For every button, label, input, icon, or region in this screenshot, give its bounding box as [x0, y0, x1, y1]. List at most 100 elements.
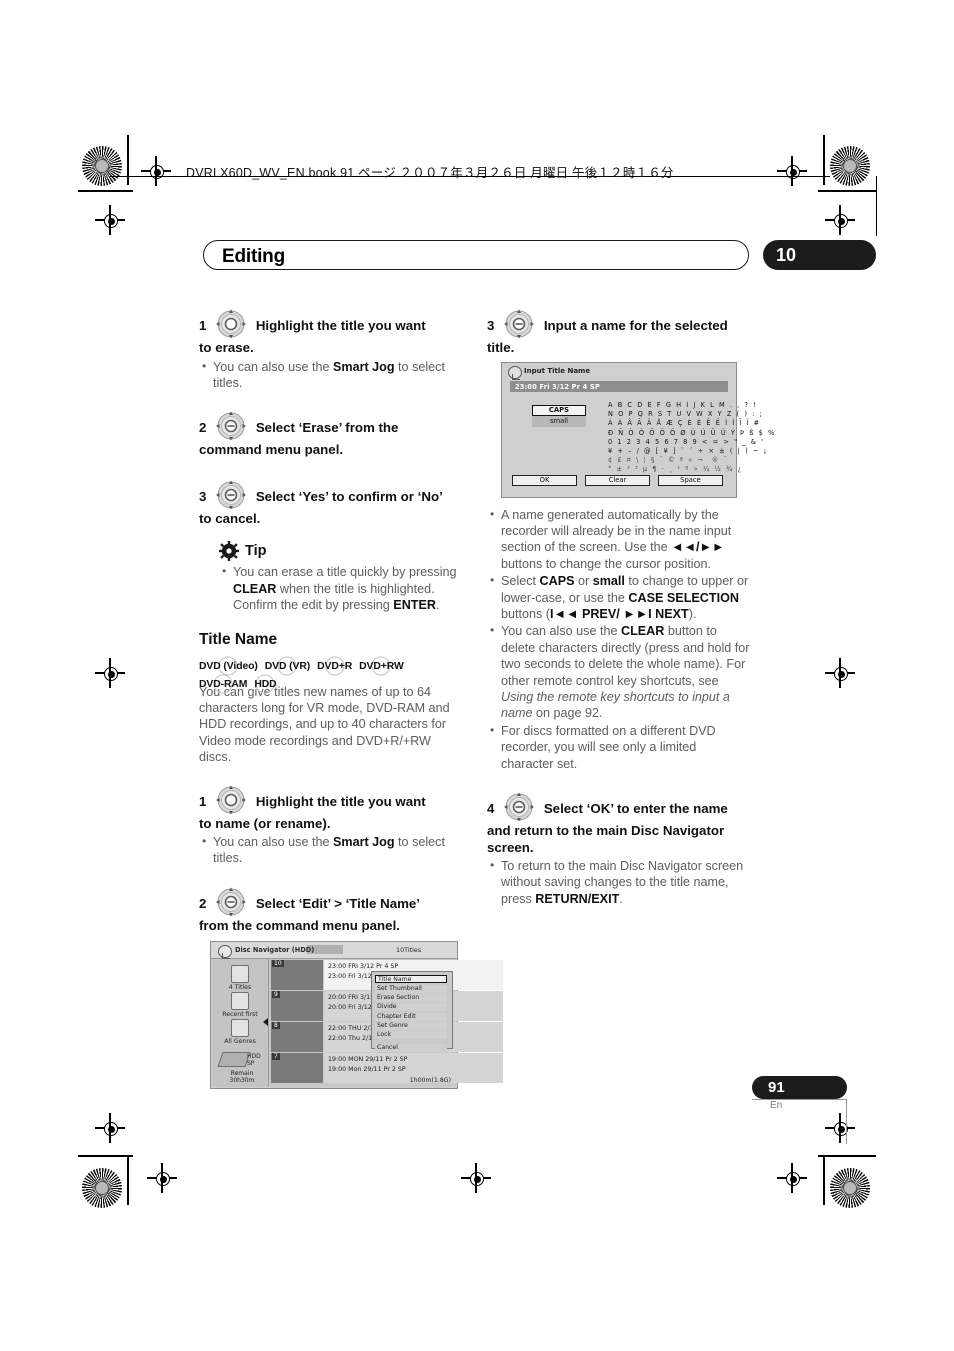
registration-cross-left-lower: [95, 1113, 125, 1143]
name-input-field[interactable]: 23:00 Fri 3/12 Pr 4 SP: [510, 381, 728, 392]
menu-item-title-name[interactable]: Title Name: [375, 975, 447, 983]
bullet-text-1: Select: [501, 574, 540, 589]
thumbnail: 10: [271, 960, 323, 990]
step-input-4: 4 Select ‘OK’ to enter the name and retu…: [487, 792, 752, 856]
sidebar-item-sort[interactable]: Recent first: [212, 992, 268, 1018]
char-row[interactable]: À Á Â Ã Ä Å Æ Ç È É Ê Ë Ì Í Î Ï #: [608, 419, 759, 428]
crop-line-top-right-v: [823, 135, 825, 185]
list-item: A name generated automatically by the re…: [487, 506, 752, 573]
jog-dial-enter-icon: [500, 792, 538, 823]
char-row[interactable]: A B C D E F G H I J K L M . , ? !: [608, 401, 756, 410]
ok-button[interactable]: OK: [512, 475, 577, 486]
bullet-bold-return-exit: RETURN/EXIT: [535, 891, 620, 906]
row-number: 9: [272, 991, 280, 998]
registration-cross-left-mid: [95, 658, 125, 688]
step-number: 1: [199, 793, 207, 809]
input-title-name-screenshot: Input Title Name 23:00 Fri 3/12 Pr 4 SP …: [501, 362, 774, 498]
menu-item-set-thumbnail[interactable]: Set Thumbnail: [375, 985, 447, 993]
table-row[interactable]: 7 19:00 MON 29/11 Pr 2 SP 19:00 Mon 29/1…: [271, 1053, 503, 1083]
page-language: En: [770, 1100, 783, 1111]
media-label: HDD SP: [247, 1053, 261, 1067]
space-button[interactable]: Space: [658, 475, 723, 486]
bullet-bold-clear: CLEAR: [620, 624, 665, 639]
char-row[interactable]: ¥ + – / @ [ ¥ ] ` ´ ÷ × ± ( | ) ~ ¡: [608, 447, 766, 456]
right-column-bullets: A name generated automatically by the re…: [487, 506, 752, 773]
menu-item-cancel[interactable]: Cancel: [375, 1044, 447, 1052]
char-row[interactable]: Ð Ñ Ò Ó Ô Õ Ö Ø Ù Ú Û Ü Ý Þ ß $ %: [608, 429, 774, 438]
bullet-bold-prev-next: I◄◄ PREV/ ►►I NEXT: [550, 606, 689, 621]
bullet-pre: You can also use the: [213, 835, 333, 850]
page-title: Editing: [222, 246, 285, 267]
tip-text-1: You can erase a title quickly by pressin…: [233, 565, 457, 580]
step-number: 1: [199, 318, 207, 333]
sidebar-item-genres[interactable]: All Genres: [212, 1019, 268, 1045]
disc-icon: [218, 944, 232, 959]
itn-header: Input Title Name: [502, 363, 736, 380]
registration-cross-top-right: [777, 156, 807, 186]
step-number: 3: [487, 318, 495, 333]
disc-navigator-screenshot: Disc Navigator (HDD) 10Titles 4 Titles R…: [210, 941, 503, 1089]
badge-label: DVD (Video): [199, 660, 258, 672]
disc-icon: [508, 365, 522, 380]
thumbnail: 9: [271, 991, 323, 1021]
step-text: Highlight the title you want: [255, 318, 426, 333]
bullet-text-2: buttons to change the cursor position.: [501, 556, 712, 571]
char-row[interactable]: ¢ £ ¤ \ ¦ § ¨ © ª « ¬ ­ ® ¯: [608, 456, 730, 465]
jog-dial-icon: [212, 309, 250, 340]
title-name-intro: You can give titles new names of up to 6…: [199, 684, 450, 765]
manual-page: DVRLX60D_WV_EN.book 91 ページ ２００７年３月２６日 月曜…: [0, 0, 954, 1351]
genre-icon: [231, 1019, 249, 1037]
case-caps-button[interactable]: CAPS: [532, 405, 586, 416]
step-erase-1-bullets: You can also use the Smart Jog to select…: [199, 358, 464, 392]
registration-cross-bottom-center: [461, 1163, 491, 1193]
page-number: 91: [768, 1079, 785, 1096]
jog-dial-enter-icon: [212, 411, 250, 442]
step-text-cont: to cancel.: [199, 510, 261, 526]
char-row[interactable]: ° ± ² ³ µ ¶ · ¸ ¹ º » ¼ ½ ¾ ¿: [608, 465, 741, 474]
page-number-badge: 91: [752, 1076, 847, 1099]
list-item: Select CAPS or small to change to upper …: [487, 572, 752, 622]
character-grid[interactable]: A B C D E F G H I J K L M . , ? ! N O P …: [608, 401, 774, 475]
menu-item-divide[interactable]: Divide: [375, 1003, 447, 1011]
step-number: 4: [487, 801, 495, 816]
tip-bold-clear: CLEAR: [233, 581, 277, 596]
step-text-cont: and return to the main Disc Navigator sc…: [487, 823, 725, 855]
list-icon: [231, 965, 249, 983]
menu-item-erase-section[interactable]: Erase Section: [375, 994, 447, 1002]
hdd-icon: [217, 1052, 251, 1067]
step-text: Select ‘Edit’ > ‘Title Name’: [255, 895, 420, 911]
case-small-button[interactable]: small: [532, 416, 586, 427]
badge-label: HDD: [254, 678, 277, 690]
command-menu-panel: Title Name Set Thumbnail Erase Section D…: [371, 971, 453, 1052]
bullet-bold-small: small: [592, 574, 625, 589]
chapter-number: 10: [776, 245, 797, 265]
crop-line-bottom-left-v: [127, 1155, 129, 1205]
dn-sidebar: 4 Titles Recent first All Genres HDD SP R…: [212, 959, 269, 1087]
step-text-cont: title.: [487, 340, 515, 355]
badge-label: DVD (VR): [264, 660, 311, 672]
step-input-4-bullets: To return to the main Disc Navigator scr…: [487, 857, 752, 907]
registration-starburst-top-left: [82, 146, 122, 186]
thumbnail: 7: [271, 1053, 323, 1083]
sidebar-item-titles[interactable]: 4 Titles: [212, 965, 268, 991]
bullet-text-1: You can also use the: [501, 624, 621, 639]
jog-dial-icon: [212, 785, 250, 816]
char-row[interactable]: 0 1 2 3 4 5 6 7 8 9 < = > " _ & ': [608, 438, 763, 447]
menu-item-lock[interactable]: Lock: [375, 1031, 447, 1039]
menu-item-set-genre[interactable]: Set Genre: [375, 1022, 447, 1030]
list-item: You can erase a title quickly by pressin…: [219, 563, 464, 613]
bullet-bold-caps: CAPS: [539, 574, 575, 589]
step-text: Input a name for the selected: [543, 318, 728, 333]
registration-cross-top-left: [141, 156, 171, 186]
jog-dial-enter-icon: [212, 887, 250, 918]
row-line-2: 19:00 Mon 29/11 Pr 2 SP: [328, 1066, 406, 1073]
remain-label: Remain 30h30m: [229, 1070, 255, 1084]
crop-line-bottom-right-h: [818, 1155, 876, 1157]
menu-item-chapter-edit[interactable]: Chapter Edit: [375, 1013, 447, 1021]
tip-bullets: You can erase a title quickly by pressin…: [219, 563, 464, 613]
badge-hdd: HDD: [254, 674, 277, 694]
left-column: 1 Highlight the title you want to erase.…: [199, 309, 464, 936]
badge-dvd-vr: DVD (VR): [264, 656, 311, 676]
clear-button[interactable]: Clear: [585, 475, 650, 486]
registration-starburst-bottom-right: [830, 1168, 870, 1208]
